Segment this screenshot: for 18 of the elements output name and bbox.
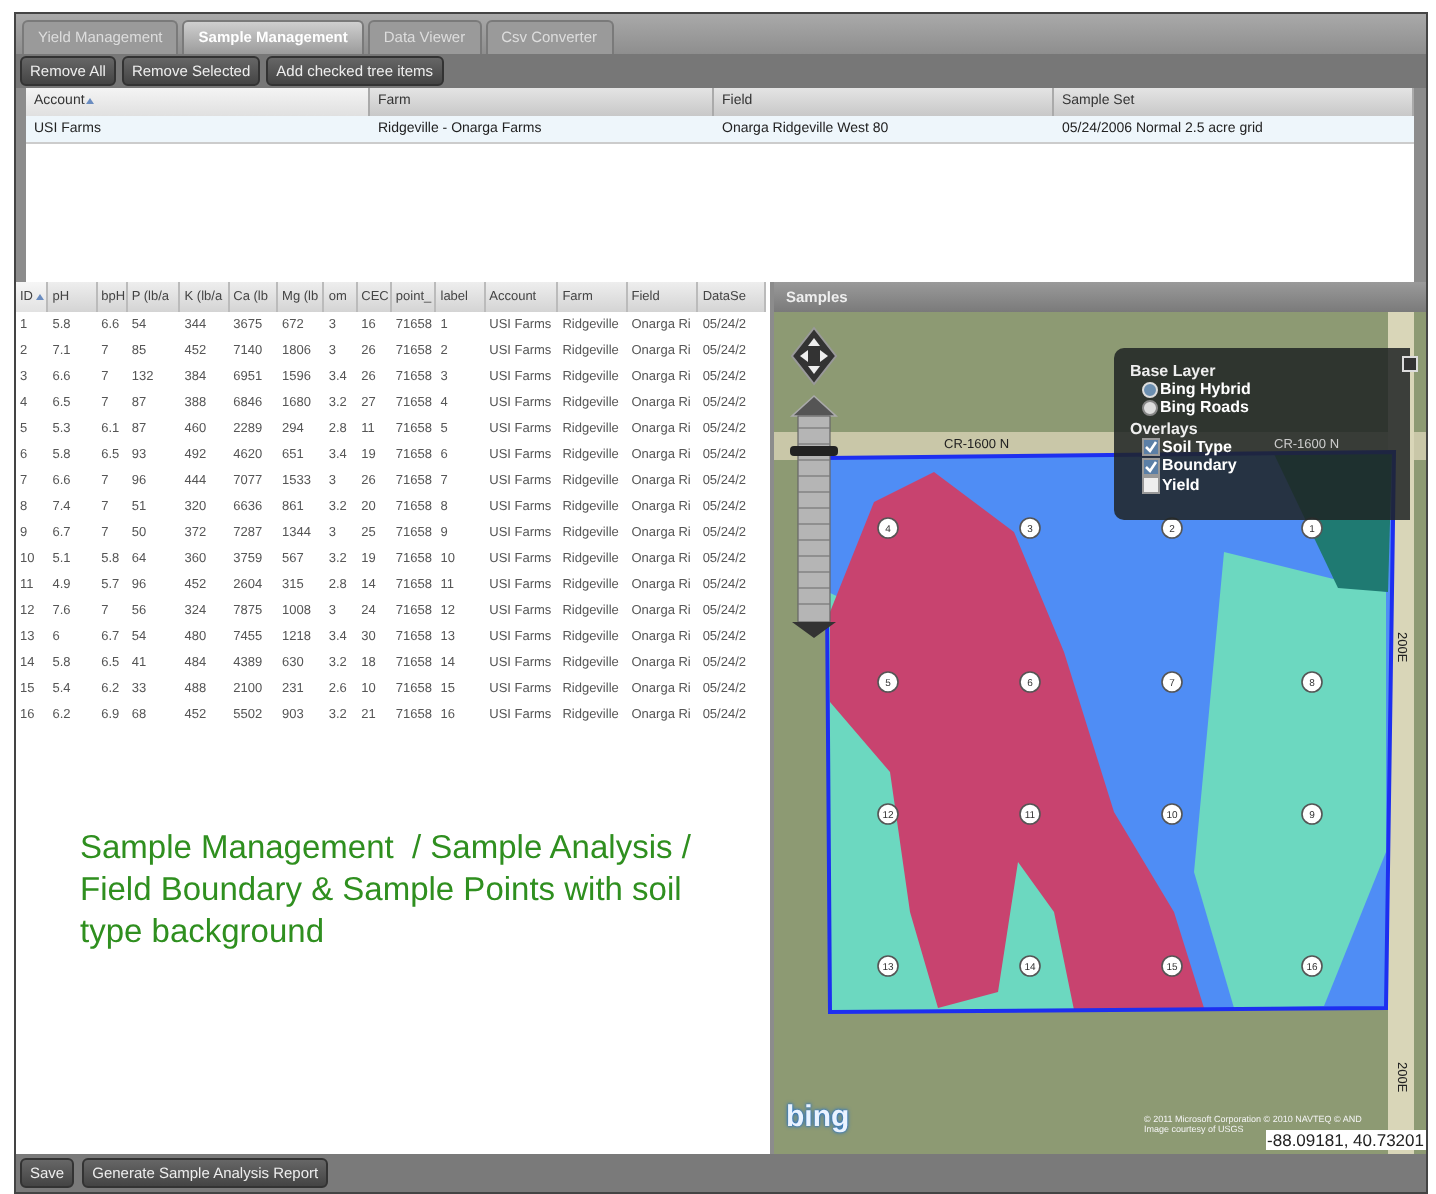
checkbox[interactable] xyxy=(1142,457,1160,476)
coordinates-readout: -88.09181, 40.73201 xyxy=(1265,1130,1426,1150)
caption-text: Sample Management / Sample Analysis / Field Boundary & Sample Points with soil type background xyxy=(80,828,693,954)
radio-button[interactable] xyxy=(1142,400,1158,417)
layer-label[interactable]: Bing Roads xyxy=(1160,398,1249,418)
layer-label[interactable]: Boundary xyxy=(1162,456,1237,476)
layer-label[interactable]: Soil Type xyxy=(1162,437,1232,457)
layer-heading: Overlays xyxy=(1130,419,1200,438)
checkbox[interactable] xyxy=(1142,476,1160,495)
pan-control-icon xyxy=(790,326,838,386)
layer-label[interactable]: Yield xyxy=(1162,475,1200,495)
sort-arrow-icon xyxy=(86,97,95,104)
checkbox[interactable] xyxy=(1142,438,1160,457)
layer-label[interactable]: Bing Hybrid xyxy=(1160,379,1251,399)
sort-arrow-icon xyxy=(35,293,43,300)
bing-logo: bing xyxy=(786,1100,850,1134)
layer-heading: Base Layer xyxy=(1130,361,1218,380)
zoom-slider[interactable] xyxy=(789,394,839,638)
